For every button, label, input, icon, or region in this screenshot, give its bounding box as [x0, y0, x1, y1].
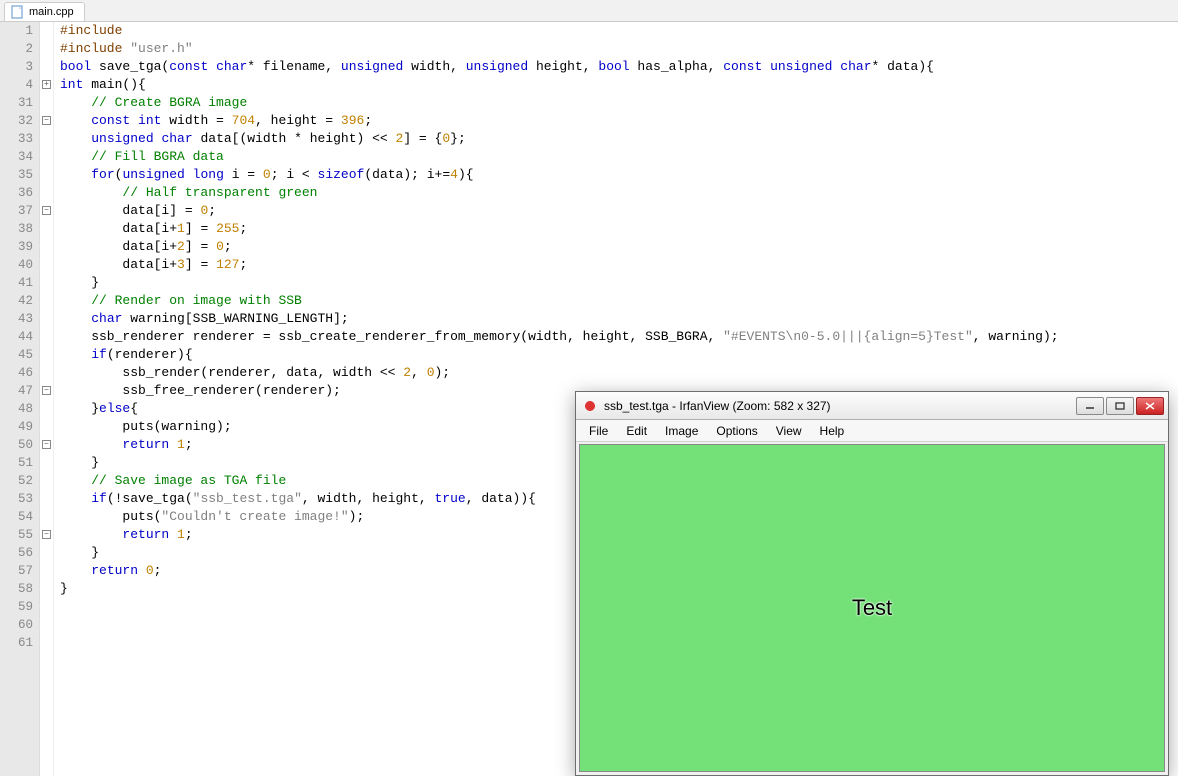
fold-toggle[interactable]: − [42, 386, 51, 395]
code-line: bool save_tga(const char* filename, unsi… [60, 58, 1172, 76]
fold-toggle[interactable]: − [42, 206, 51, 215]
canvas-text: Test [852, 595, 892, 621]
menu-help[interactable]: Help [811, 422, 854, 440]
code-line: // Create BGRA image [60, 94, 1172, 112]
code-line: const int width = 704, height = 396; [60, 112, 1172, 130]
close-button[interactable] [1136, 397, 1164, 415]
code-line: ssb_render(renderer, data, width << 2, 0… [60, 364, 1172, 382]
minimize-button[interactable] [1076, 397, 1104, 415]
fold-toggle[interactable]: − [42, 440, 51, 449]
code-line: data[i+3] = 127; [60, 256, 1172, 274]
code-line: data[i+2] = 0; [60, 238, 1172, 256]
window-buttons [1074, 397, 1164, 415]
menu-image[interactable]: Image [656, 422, 707, 440]
irfanview-icon [582, 398, 598, 414]
code-line: data[i] = 0; [60, 202, 1172, 220]
code-line: } [60, 274, 1172, 292]
line-gutter: 1234313233343536373839404142434445464748… [0, 22, 40, 776]
code-line: unsigned char data[(width * height) << 2… [60, 130, 1172, 148]
menu-options[interactable]: Options [707, 422, 766, 440]
fold-toggle[interactable]: − [42, 116, 51, 125]
code-line: #include "user.h" [60, 40, 1172, 58]
code-line: data[i+1] = 255; [60, 220, 1172, 238]
code-line: #include [60, 22, 1172, 40]
cpp-file-icon [11, 5, 25, 19]
image-viewer-window: ssb_test.tga - IrfanView (Zoom: 582 x 32… [575, 391, 1169, 776]
code-line: char warning[SSB_WARNING_LENGTH]; [60, 310, 1172, 328]
fold-gutter: + − − − − − [40, 22, 54, 776]
menu-view[interactable]: View [767, 422, 811, 440]
tab-main-cpp[interactable]: main.cpp [4, 2, 85, 21]
window-titlebar[interactable]: ssb_test.tga - IrfanView (Zoom: 582 x 32… [576, 392, 1168, 420]
code-line: // Fill BGRA data [60, 148, 1172, 166]
code-line: int main(){ [60, 76, 1172, 94]
code-line: for(unsigned long i = 0; i < sizeof(data… [60, 166, 1172, 184]
code-line: ssb_renderer renderer = ssb_create_rende… [60, 328, 1172, 346]
code-line: // Half transparent green [60, 184, 1172, 202]
menu-bar: FileEditImageOptionsViewHelp [576, 420, 1168, 442]
image-canvas[interactable]: Test [579, 444, 1165, 772]
tab-label: main.cpp [29, 6, 74, 18]
tab-bar: main.cpp [0, 0, 1178, 22]
window-title: ssb_test.tga - IrfanView (Zoom: 582 x 32… [604, 399, 1074, 413]
code-line: if(renderer){ [60, 346, 1172, 364]
maximize-button[interactable] [1106, 397, 1134, 415]
menu-file[interactable]: File [580, 422, 617, 440]
fold-toggle[interactable]: − [42, 530, 51, 539]
menu-edit[interactable]: Edit [617, 422, 656, 440]
code-line: // Render on image with SSB [60, 292, 1172, 310]
fold-toggle[interactable]: + [42, 80, 51, 89]
